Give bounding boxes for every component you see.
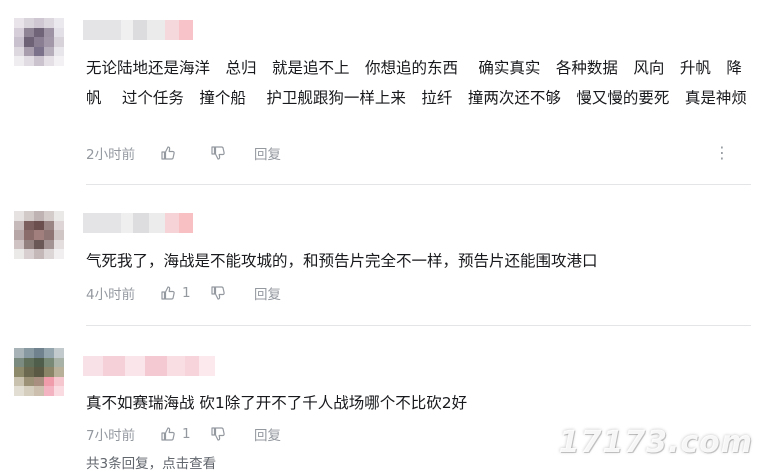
avatar[interactable] — [14, 211, 64, 259]
thumbs-down-icon — [210, 145, 226, 161]
view-replies-link[interactable]: 共3条回复，点击查看 — [86, 452, 216, 472]
like-button[interactable] — [160, 145, 210, 161]
like-count: 1 — [182, 285, 191, 301]
dislike-button[interactable] — [210, 145, 254, 161]
comment-meta: 2小时前 回复 — [86, 143, 281, 163]
timestamp: 7小时前 — [86, 428, 136, 444]
comment-text: 真不如赛瑞海战 砍1除了开不了千人战场哪个不比砍2好 — [86, 394, 468, 412]
more-options-icon[interactable]: ⋮ — [714, 143, 730, 163]
like-count: 1 — [182, 426, 191, 442]
dislike-button[interactable] — [210, 285, 254, 301]
thumbs-up-icon — [160, 285, 176, 301]
comment-text: 无论陆地还是海洋 总归 就是追不上 你想追的东西 确实真实 各种数据 风向 升帆… — [86, 59, 747, 107]
comment-text: 气死我了，海战是不能攻城的，和预告片完全不一样，预告片还能围攻港口 — [86, 252, 598, 270]
comment-meta: 7小时前 1 回复 — [86, 424, 281, 444]
site-watermark: 17173.com — [558, 425, 753, 460]
avatar[interactable] — [14, 348, 64, 396]
thumbs-up-icon — [160, 426, 176, 442]
thumbs-down-icon — [210, 285, 226, 301]
username-blurred[interactable] — [83, 213, 193, 233]
divider — [86, 325, 751, 326]
dislike-button[interactable] — [210, 426, 254, 442]
reply-button[interactable]: 回复 — [254, 143, 281, 163]
thumbs-up-icon — [160, 145, 176, 161]
timestamp: 2小时前 — [86, 147, 136, 163]
reply-button[interactable]: 回复 — [254, 424, 281, 444]
comment-meta: 4小时前 1 回复 — [86, 283, 281, 303]
username-blurred[interactable] — [83, 356, 215, 376]
timestamp: 4小时前 — [86, 287, 136, 303]
avatar[interactable] — [14, 18, 64, 66]
thumbs-down-icon — [210, 426, 226, 442]
divider — [86, 184, 751, 185]
like-button[interactable]: 1 — [160, 285, 210, 301]
reply-button[interactable]: 回复 — [254, 283, 281, 303]
username-blurred[interactable] — [83, 20, 193, 40]
like-button[interactable]: 1 — [160, 426, 210, 442]
